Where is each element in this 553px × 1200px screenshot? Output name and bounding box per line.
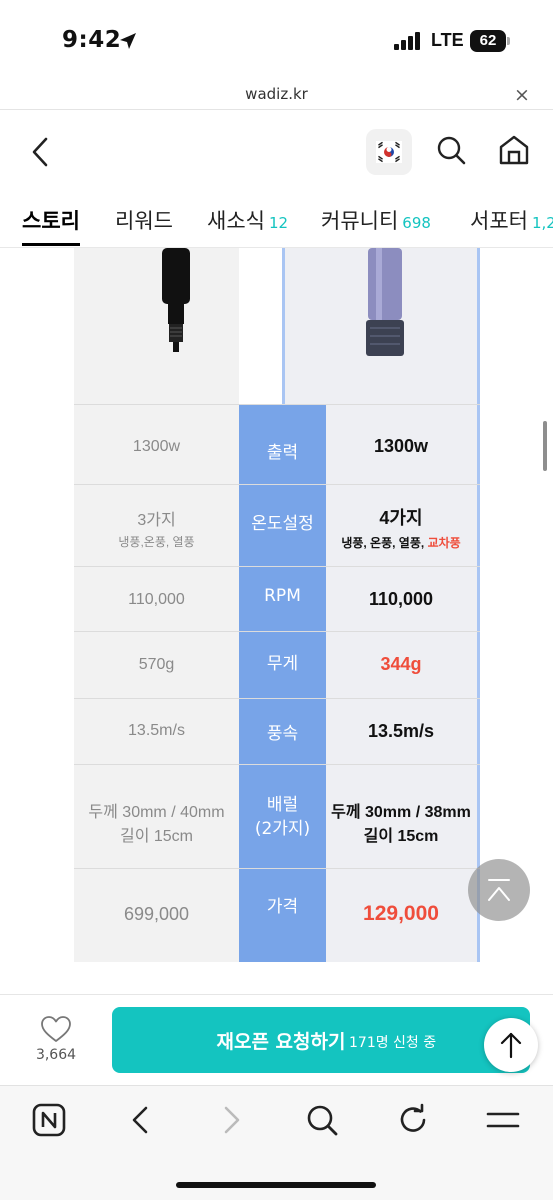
signal-icon: [394, 32, 424, 50]
product-temp-new-mode: 교차풍: [427, 536, 461, 550]
label-column: [239, 404, 326, 962]
close-icon[interactable]: ×: [514, 84, 530, 106]
active-tab-indicator: [22, 243, 80, 246]
row-divider: [74, 868, 480, 869]
product-power: 1300w: [373, 436, 429, 456]
clock: 9:42: [62, 27, 122, 53]
competitor-product-image: [162, 248, 190, 352]
korea-flag-icon: [376, 141, 402, 163]
search-icon[interactable]: [305, 1103, 339, 1137]
tab-label: 서포터: [470, 209, 528, 233]
competitor-barrel-thickness: 두께 30mm / 40mm: [88, 804, 225, 821]
battery-tip: [507, 37, 510, 45]
row-divider: [74, 404, 480, 405]
label-power: 출력: [266, 443, 299, 463]
label-airspeed: 풍속: [266, 724, 299, 744]
product-weight: 344g: [380, 654, 422, 674]
scrollbar[interactable]: [543, 421, 547, 471]
tab-count: 698: [402, 214, 431, 232]
competitor-airspeed: 13.5m/s: [128, 722, 185, 739]
reopen-applicants: 171명 신청 중: [349, 1035, 437, 1051]
tab-story[interactable]: 스토리: [22, 205, 80, 235]
product-temp-value: 4가지: [379, 508, 423, 528]
menu-icon[interactable]: [486, 1103, 520, 1137]
row-divider: [74, 698, 480, 699]
product-price: 129,000: [363, 902, 439, 925]
home-indicator: [176, 1182, 376, 1188]
naver-n-icon[interactable]: [32, 1103, 66, 1137]
url-text[interactable]: wadiz.kr: [0, 85, 553, 103]
row-divider: [74, 484, 480, 485]
product-image: [366, 248, 404, 356]
scroll-to-top-button[interactable]: [468, 859, 530, 921]
label-rpm: RPM: [264, 586, 301, 606]
tab-label: 커뮤니티: [321, 209, 399, 233]
product-barrel-thickness: 두께 30mm / 38mm: [331, 804, 471, 821]
product-temp-modes-text: 냉풍, 온풍, 열풍,: [341, 536, 428, 550]
arrow-up-icon: [500, 1032, 522, 1059]
tab-label: 리워드: [115, 209, 173, 233]
language-button[interactable]: [366, 129, 412, 175]
refresh-icon[interactable]: [396, 1103, 430, 1137]
tab-supporter[interactable]: 서포터1,2: [470, 205, 553, 235]
tab-count: 1,2: [531, 214, 553, 232]
battery-icon: 62: [470, 30, 506, 52]
tab-community[interactable]: 커뮤니티 698: [321, 205, 431, 235]
status-bar: 9:42 LTE 62: [0, 0, 553, 80]
label-weight: 무게: [266, 654, 299, 674]
scroll-top-icon: [488, 879, 510, 901]
home-icon[interactable]: [498, 134, 530, 166]
tab-reward[interactable]: 리워드: [115, 205, 173, 235]
product-airspeed: 13.5m/s: [367, 721, 435, 741]
label-temp: 온도설정: [251, 514, 314, 534]
row-divider: [74, 764, 480, 765]
comparison-table: 1300w 출력 1300w 3가지 냉풍,온풍, 열풍 온도설정 4가지 냉풍…: [74, 248, 480, 962]
product-barrel: 두께 30mm / 38mm 길이 15cm: [326, 798, 476, 846]
row-divider: [74, 631, 480, 632]
product-temp: 4가지 냉풍, 온풍, 열풍, 교차풍: [326, 504, 476, 551]
tab-news[interactable]: 새소식 12: [207, 205, 288, 235]
label-barrel-line2: (2가지): [254, 819, 311, 839]
competitor-power: 1300w: [132, 438, 181, 455]
back-icon[interactable]: [28, 136, 52, 168]
back-arrow-icon[interactable]: [124, 1103, 158, 1137]
like-count: 3,664: [35, 1047, 77, 1063]
reopen-label: 재오픈 요청하기: [216, 1031, 346, 1053]
funding-action-bar: 3,664 재오픈 요청하기 171명 신청 중: [0, 994, 553, 1084]
label-barrel-line1: 배럴: [266, 795, 299, 815]
row-divider: [74, 566, 480, 567]
network-type: LTE: [431, 30, 464, 50]
competitor-barrel-length: 길이 15cm: [119, 828, 193, 845]
story-tabs: 스토리 리워드 새소식12 커뮤니티698 서포터1,2: [0, 192, 553, 248]
competitor-rpm: 110,000: [128, 591, 185, 608]
forward-arrow-icon[interactable]: [214, 1103, 248, 1137]
tab-label: 새소식: [207, 209, 265, 233]
reopen-request-button[interactable]: 재오픈 요청하기 171명 신청 중: [112, 1007, 530, 1073]
product-temp-modes: 냉풍, 온풍, 열풍, 교차풍: [326, 534, 476, 551]
app-header: [0, 112, 553, 192]
competitor-weight: 570g: [138, 656, 175, 673]
competitor-temp-value: 3가지: [137, 512, 176, 529]
search-icon[interactable]: [436, 134, 466, 166]
product-barrel-length: 길이 15cm: [363, 828, 439, 845]
product-rpm: 110,000: [368, 589, 434, 609]
competitor-price: 699,000: [123, 904, 190, 924]
tab-count: 12: [268, 214, 289, 232]
label-barrel: 배럴 (2가지): [239, 793, 326, 841]
label-price: 가격: [266, 897, 299, 917]
tab-label: 스토리: [22, 209, 80, 233]
competitor-barrel: 두께 30mm / 40mm 길이 15cm: [74, 798, 239, 846]
heart-icon[interactable]: [40, 1015, 72, 1043]
location-arrow-icon: [120, 33, 136, 49]
competitor-temp: 3가지 냉풍,온풍, 열풍: [74, 506, 239, 550]
url-bar[interactable]: wadiz.kr ×: [0, 80, 553, 110]
scroll-up-button[interactable]: [484, 1018, 538, 1072]
competitor-temp-modes: 냉풍,온풍, 열풍: [118, 535, 195, 549]
